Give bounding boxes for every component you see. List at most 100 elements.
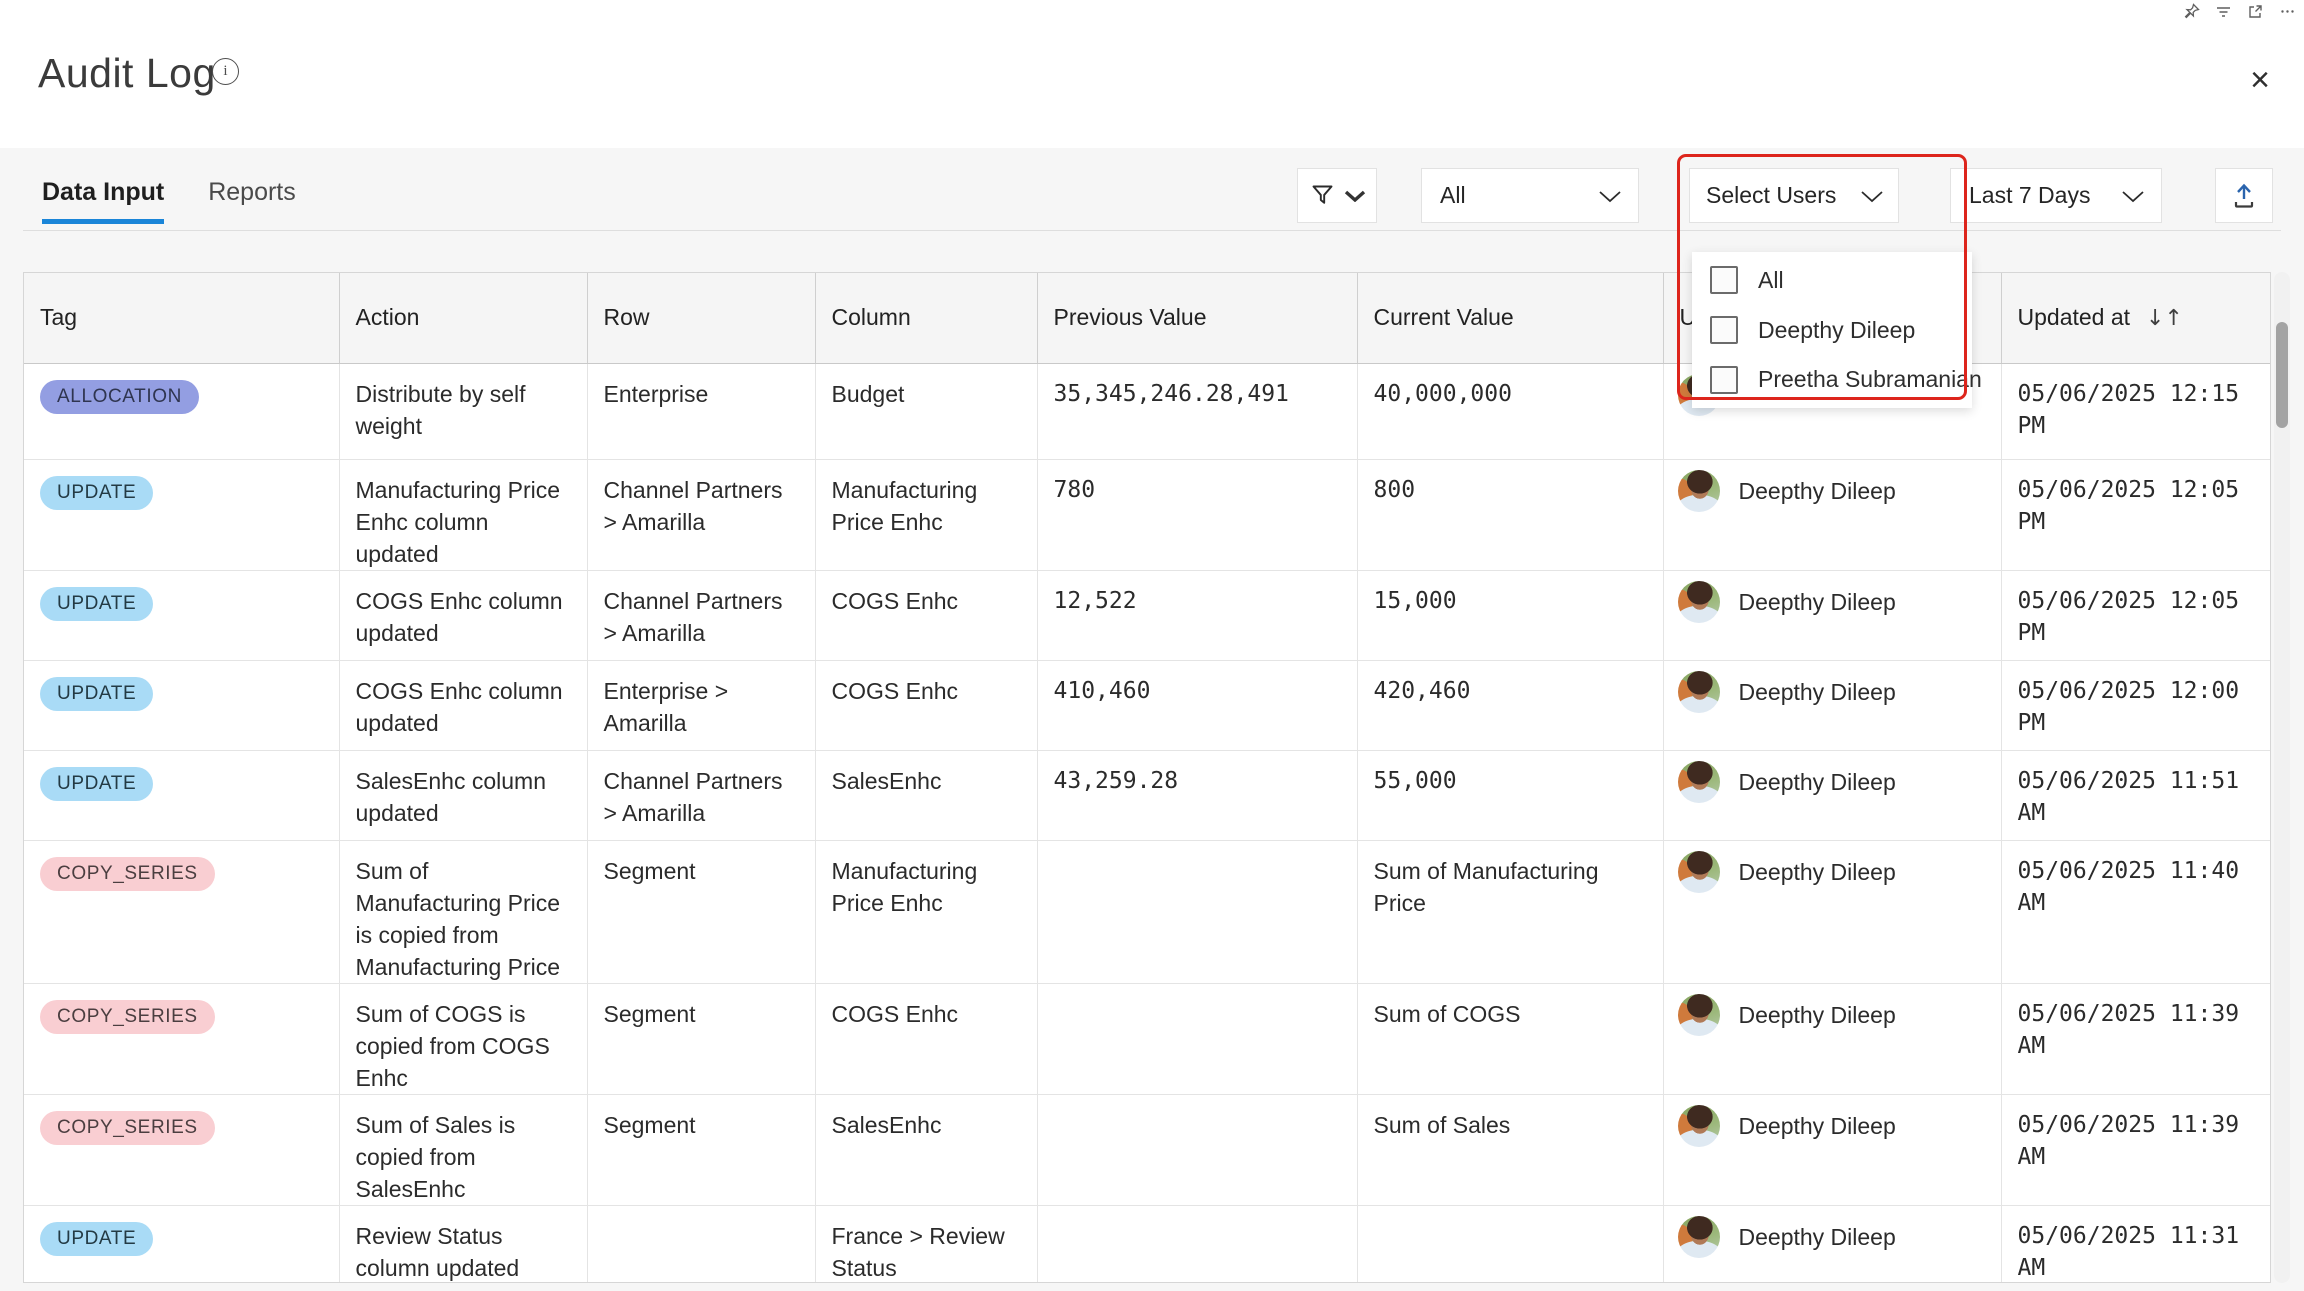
user-option-label: All: [1758, 267, 1784, 294]
cell-tag: UPDATE: [24, 459, 339, 570]
cell-updated-by: Deepthy Dileep: [1663, 1094, 2001, 1205]
cell-previous-value: [1037, 840, 1357, 983]
cell-previous-value: 43,259.28: [1037, 750, 1357, 840]
cell-updated-at: 05/06/2025 12:00 PM: [2001, 660, 2271, 750]
avatar: [1678, 761, 1720, 803]
cell-updated-at: 05/06/2025 12:05 PM: [2001, 459, 2271, 570]
cell-updated-by: Deepthy Dileep: [1663, 1205, 2001, 1283]
col-header-updated-at[interactable]: Updated at↓↑: [2001, 273, 2271, 363]
cell-updated-at: 05/06/2025 11:39 AM: [2001, 983, 2271, 1094]
funnel-icon: [1309, 182, 1336, 209]
filter-button[interactable]: [1297, 168, 1377, 223]
checkbox[interactable]: [1710, 316, 1738, 344]
tag-badge: COPY_SERIES: [40, 1111, 215, 1145]
audit-table: TagActionRowColumnPrevious ValueCurrent …: [23, 272, 2271, 1283]
cell-updated-at: 05/06/2025 11:40 AM: [2001, 840, 2271, 983]
cell-action: Distribute by self weight: [339, 363, 587, 459]
more-icon[interactable]: [2278, 2, 2296, 20]
cell-action: Review Status column updated: [339, 1205, 587, 1283]
cell-row: Enterprise: [587, 363, 815, 459]
filter-lines-icon[interactable]: [2214, 2, 2232, 20]
checkbox[interactable]: [1710, 366, 1738, 394]
avatar: [1678, 1105, 1720, 1147]
tabs-divider: [23, 230, 2281, 231]
avatar: [1678, 581, 1720, 623]
cell-updated-by: Deepthy Dileep: [1663, 750, 2001, 840]
cell-previous-value: [1037, 1205, 1357, 1283]
cell-column: COGS Enhc: [815, 660, 1037, 750]
cell-current-value: Sum of Manufacturing Price: [1357, 840, 1663, 983]
user-option-preetha-subramanian[interactable]: Preetha Subramanian: [1692, 356, 1972, 403]
cell-updated-at: 05/06/2025 11:39 AM: [2001, 1094, 2271, 1205]
user-option-all[interactable]: All: [1692, 257, 1972, 304]
cell-column: France > Review Status: [815, 1205, 1037, 1283]
cell-updated-at: 05/06/2025 12:15 PM: [2001, 363, 2271, 459]
cell-updated-at: 05/06/2025 11:51 AM: [2001, 750, 2271, 840]
tab-data-input[interactable]: Data Input: [42, 178, 164, 224]
cell-previous-value: 780: [1037, 459, 1357, 570]
tag-filter-value: All: [1440, 182, 1466, 209]
user-name: Deepthy Dileep: [1739, 586, 1896, 618]
select-users-dropdown[interactable]: Select Users: [1689, 168, 1899, 223]
cell-action: COGS Enhc column updated: [339, 570, 587, 660]
table-row: UPDATE Manufacturing Price Enhc column up…: [24, 459, 2271, 570]
table-row: UPDATECOGS Enhc column updatedChannel Pa…: [24, 570, 2271, 660]
user-option-deepthy-dileep[interactable]: Deepthy Dileep: [1692, 307, 1972, 354]
cell-row: Enterprise > Amarilla: [587, 660, 815, 750]
cell-row: Channel Partners > Amarilla: [587, 459, 815, 570]
chevron-down-icon: [1860, 190, 1882, 202]
date-range-value: Last 7 Days: [1969, 182, 2090, 209]
tag-badge: COPY_SERIES: [40, 1000, 215, 1034]
chevron-down-icon: [1598, 190, 1620, 202]
sort-icons[interactable]: ↓↑: [2146, 306, 2183, 331]
cell-current-value: 420,460: [1357, 660, 1663, 750]
cell-current-value: Sum of COGS: [1357, 983, 1663, 1094]
cell-action: Sum of Sales is copied from SalesEnhc: [339, 1094, 587, 1205]
cell-updated-by: Deepthy Dileep: [1663, 840, 2001, 983]
cell-updated-by: Deepthy Dileep: [1663, 570, 2001, 660]
cell-row: Segment: [587, 1094, 815, 1205]
pin-icon[interactable]: [2182, 2, 2200, 20]
audit-table-body: ALLOCATIONDistribute by self weightEnter…: [24, 363, 2271, 1283]
table-row: UPDATECOGS Enhc column updatedEnterprise…: [24, 660, 2271, 750]
cell-action: Sum of Manufacturing Price is copied fro…: [339, 840, 587, 983]
select-users-menu: All Deepthy Dileep Preetha Subramanian: [1692, 252, 1972, 408]
cell-row: Channel Partners > Amarilla: [587, 750, 815, 840]
cell-action: SalesEnhc column updated: [339, 750, 587, 840]
date-range-dropdown[interactable]: Last 7 Days: [1950, 168, 2162, 223]
tab-reports[interactable]: Reports: [208, 178, 296, 224]
col-header-column: Column: [815, 273, 1037, 363]
cell-current-value: 55,000: [1357, 750, 1663, 840]
cell-action: Manufacturing Price Enhc column updated: [339, 459, 587, 570]
close-icon[interactable]: ×: [2240, 60, 2280, 100]
cell-column: SalesEnhc: [815, 750, 1037, 840]
cell-current-value: Sum of Sales: [1357, 1094, 1663, 1205]
avatar: [1678, 671, 1720, 713]
table-row: COPY_SERIESSum of Manufacturing Price is…: [24, 840, 2271, 983]
table-row: UPDATEReview Status column updatedFrance…: [24, 1205, 2271, 1283]
export-button[interactable]: [2215, 168, 2273, 223]
visual-header-toolbar: [2182, 2, 2296, 20]
checkbox[interactable]: [1710, 266, 1738, 294]
info-icon[interactable]: i: [212, 58, 239, 85]
tag-badge: UPDATE: [40, 476, 153, 510]
cell-previous-value: 35,345,246.28,491: [1037, 363, 1357, 459]
user-name: Deepthy Dileep: [1739, 1221, 1896, 1253]
export-icon: [2229, 181, 2259, 211]
tag-filter-dropdown[interactable]: All: [1421, 168, 1639, 223]
col-header-current-value: Current Value: [1357, 273, 1663, 363]
user-option-label: Deepthy Dileep: [1758, 317, 1915, 344]
cell-tag: UPDATE: [24, 750, 339, 840]
cell-column: Manufacturing Price Enhc: [815, 459, 1037, 570]
tag-badge: UPDATE: [40, 767, 153, 801]
cell-current-value: [1357, 1205, 1663, 1283]
cell-tag: UPDATE: [24, 570, 339, 660]
user-name: Deepthy Dileep: [1739, 856, 1896, 888]
expand-icon[interactable]: [2246, 2, 2264, 20]
tag-badge: UPDATE: [40, 587, 153, 621]
vertical-scrollbar-thumb[interactable]: [2276, 322, 2288, 428]
col-header-row: Row: [587, 273, 815, 363]
cell-updated-by: Deepthy Dileep: [1663, 660, 2001, 750]
audit-log-window: Audit Log i × Data Input Reports All Sel…: [0, 0, 2304, 1291]
cell-tag: COPY_SERIES: [24, 983, 339, 1094]
